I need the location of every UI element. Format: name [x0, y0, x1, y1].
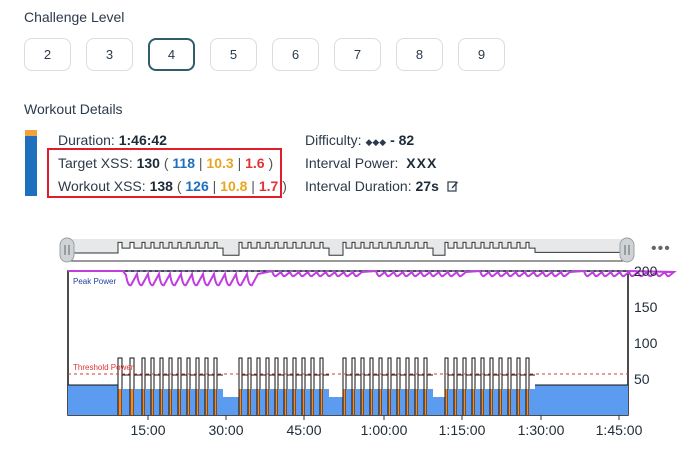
area-fill [427, 389, 433, 415]
difficulty-row: Difficulty: ◆◆◆ - 82 [305, 132, 414, 148]
interval-block [118, 389, 122, 415]
workout-chart: Peak Power Threshold Power 200 150 100 50 15:0… [0, 225, 690, 447]
challenge-level-selector: 2 3 4 5 6 7 8 9 [24, 38, 505, 71]
level-button-5[interactable]: 5 [210, 38, 257, 71]
x-tick-label: 45:00 [286, 422, 321, 438]
area-fill [314, 389, 320, 415]
level-button-6[interactable]: 6 [272, 38, 319, 71]
area-fill [520, 389, 526, 415]
area-fill [475, 389, 481, 415]
area-fill [154, 389, 160, 415]
area-fill [172, 389, 178, 415]
xss-highlight-box [47, 148, 282, 198]
threshold-power-label: Threshold Power [73, 363, 134, 372]
area-fill [382, 389, 388, 415]
area-fill [323, 389, 329, 415]
level-button-4[interactable]: 4 [148, 38, 195, 71]
area-fill [418, 389, 424, 415]
intensity-color-bar [25, 130, 37, 196]
difficulty-label: Difficulty: [305, 132, 362, 148]
duration-value: 1:46:42 [118, 132, 167, 148]
level-button-3[interactable]: 3 [86, 38, 133, 71]
overview-handle-right [619, 237, 635, 263]
area-fill [305, 389, 311, 415]
area-fill [329, 397, 343, 415]
interval-power-value: XXX [406, 155, 438, 171]
area-fill [68, 385, 118, 415]
y-tick-label: 50 [634, 371, 650, 387]
area-fill [364, 389, 370, 415]
area-fill [409, 389, 415, 415]
area-fill [163, 389, 169, 415]
area-fill [208, 389, 214, 415]
area-fill [502, 389, 508, 415]
area-fill [260, 389, 266, 415]
workout-details-title: Workout Details [24, 101, 123, 117]
x-tick-label: 1:15:00 [439, 422, 486, 438]
x-tick-label: 1:30:00 [518, 422, 565, 438]
y-tick-label: 150 [634, 299, 658, 315]
interval-block [130, 389, 134, 415]
overview-handle-left [59, 237, 75, 263]
difficulty-value: - 82 [390, 132, 415, 148]
area-fill [466, 389, 472, 415]
area-fill [346, 389, 352, 415]
interval-duration-value: 27s [415, 178, 439, 194]
area-fill [269, 389, 275, 415]
difficulty-diamond-icon: ◆◆◆ [365, 137, 387, 147]
area-fill [145, 389, 151, 415]
area-fill [181, 389, 187, 415]
area-fill [223, 397, 239, 415]
area-fill [217, 389, 223, 415]
area-fill [190, 389, 196, 415]
area-fill [355, 389, 361, 415]
area-fill [373, 389, 379, 415]
workout-chart-svg: Peak Power Threshold Power 200 150 100 50 15:0… [59, 237, 677, 438]
x-tick-label: 15:00 [130, 422, 165, 438]
x-tick-label: 1:00:00 [361, 422, 408, 438]
interval-duration-row: Interval Duration: 27s [305, 178, 459, 194]
area-fill [122, 389, 130, 415]
y-tick-label: 100 [634, 335, 658, 351]
area-fill [278, 389, 284, 415]
level-button-7[interactable]: 7 [334, 38, 381, 71]
peak-power-label: Peak Power [73, 277, 116, 286]
area-fill [457, 389, 463, 415]
area-fill [199, 389, 205, 415]
area-fill [391, 389, 397, 415]
area-fill [493, 389, 499, 415]
area-fill [242, 389, 248, 415]
level-button-9[interactable]: 9 [458, 38, 505, 71]
area-fill [400, 389, 406, 415]
interval-power-row: Interval Power: XXX [305, 155, 437, 171]
x-tick-label: 1:45:00 [596, 422, 643, 438]
area-fill [251, 389, 257, 415]
area-fill [448, 389, 454, 415]
interval-power-label: Interval Power: [305, 155, 399, 171]
area-fill [484, 389, 490, 415]
duration-row: Duration: 1:46:42 [58, 132, 167, 148]
level-button-8[interactable]: 8 [396, 38, 443, 71]
area-fill [529, 389, 535, 415]
challenge-level-title: Challenge Level [24, 9, 125, 25]
duration-label: Duration: [58, 132, 115, 148]
area-fill [287, 389, 293, 415]
y-tick-label: 200 [634, 263, 658, 279]
x-tick-label: 30:00 [208, 422, 243, 438]
more-options-icon[interactable]: ••• [651, 240, 671, 258]
area-fill [535, 385, 628, 415]
area-fill [433, 397, 445, 415]
edit-icon[interactable] [447, 180, 459, 192]
area-fill [134, 389, 142, 415]
area-fill [296, 389, 302, 415]
area-fill [511, 389, 517, 415]
interval-duration-label: Interval Duration: [305, 178, 412, 194]
level-button-2[interactable]: 2 [24, 38, 71, 71]
